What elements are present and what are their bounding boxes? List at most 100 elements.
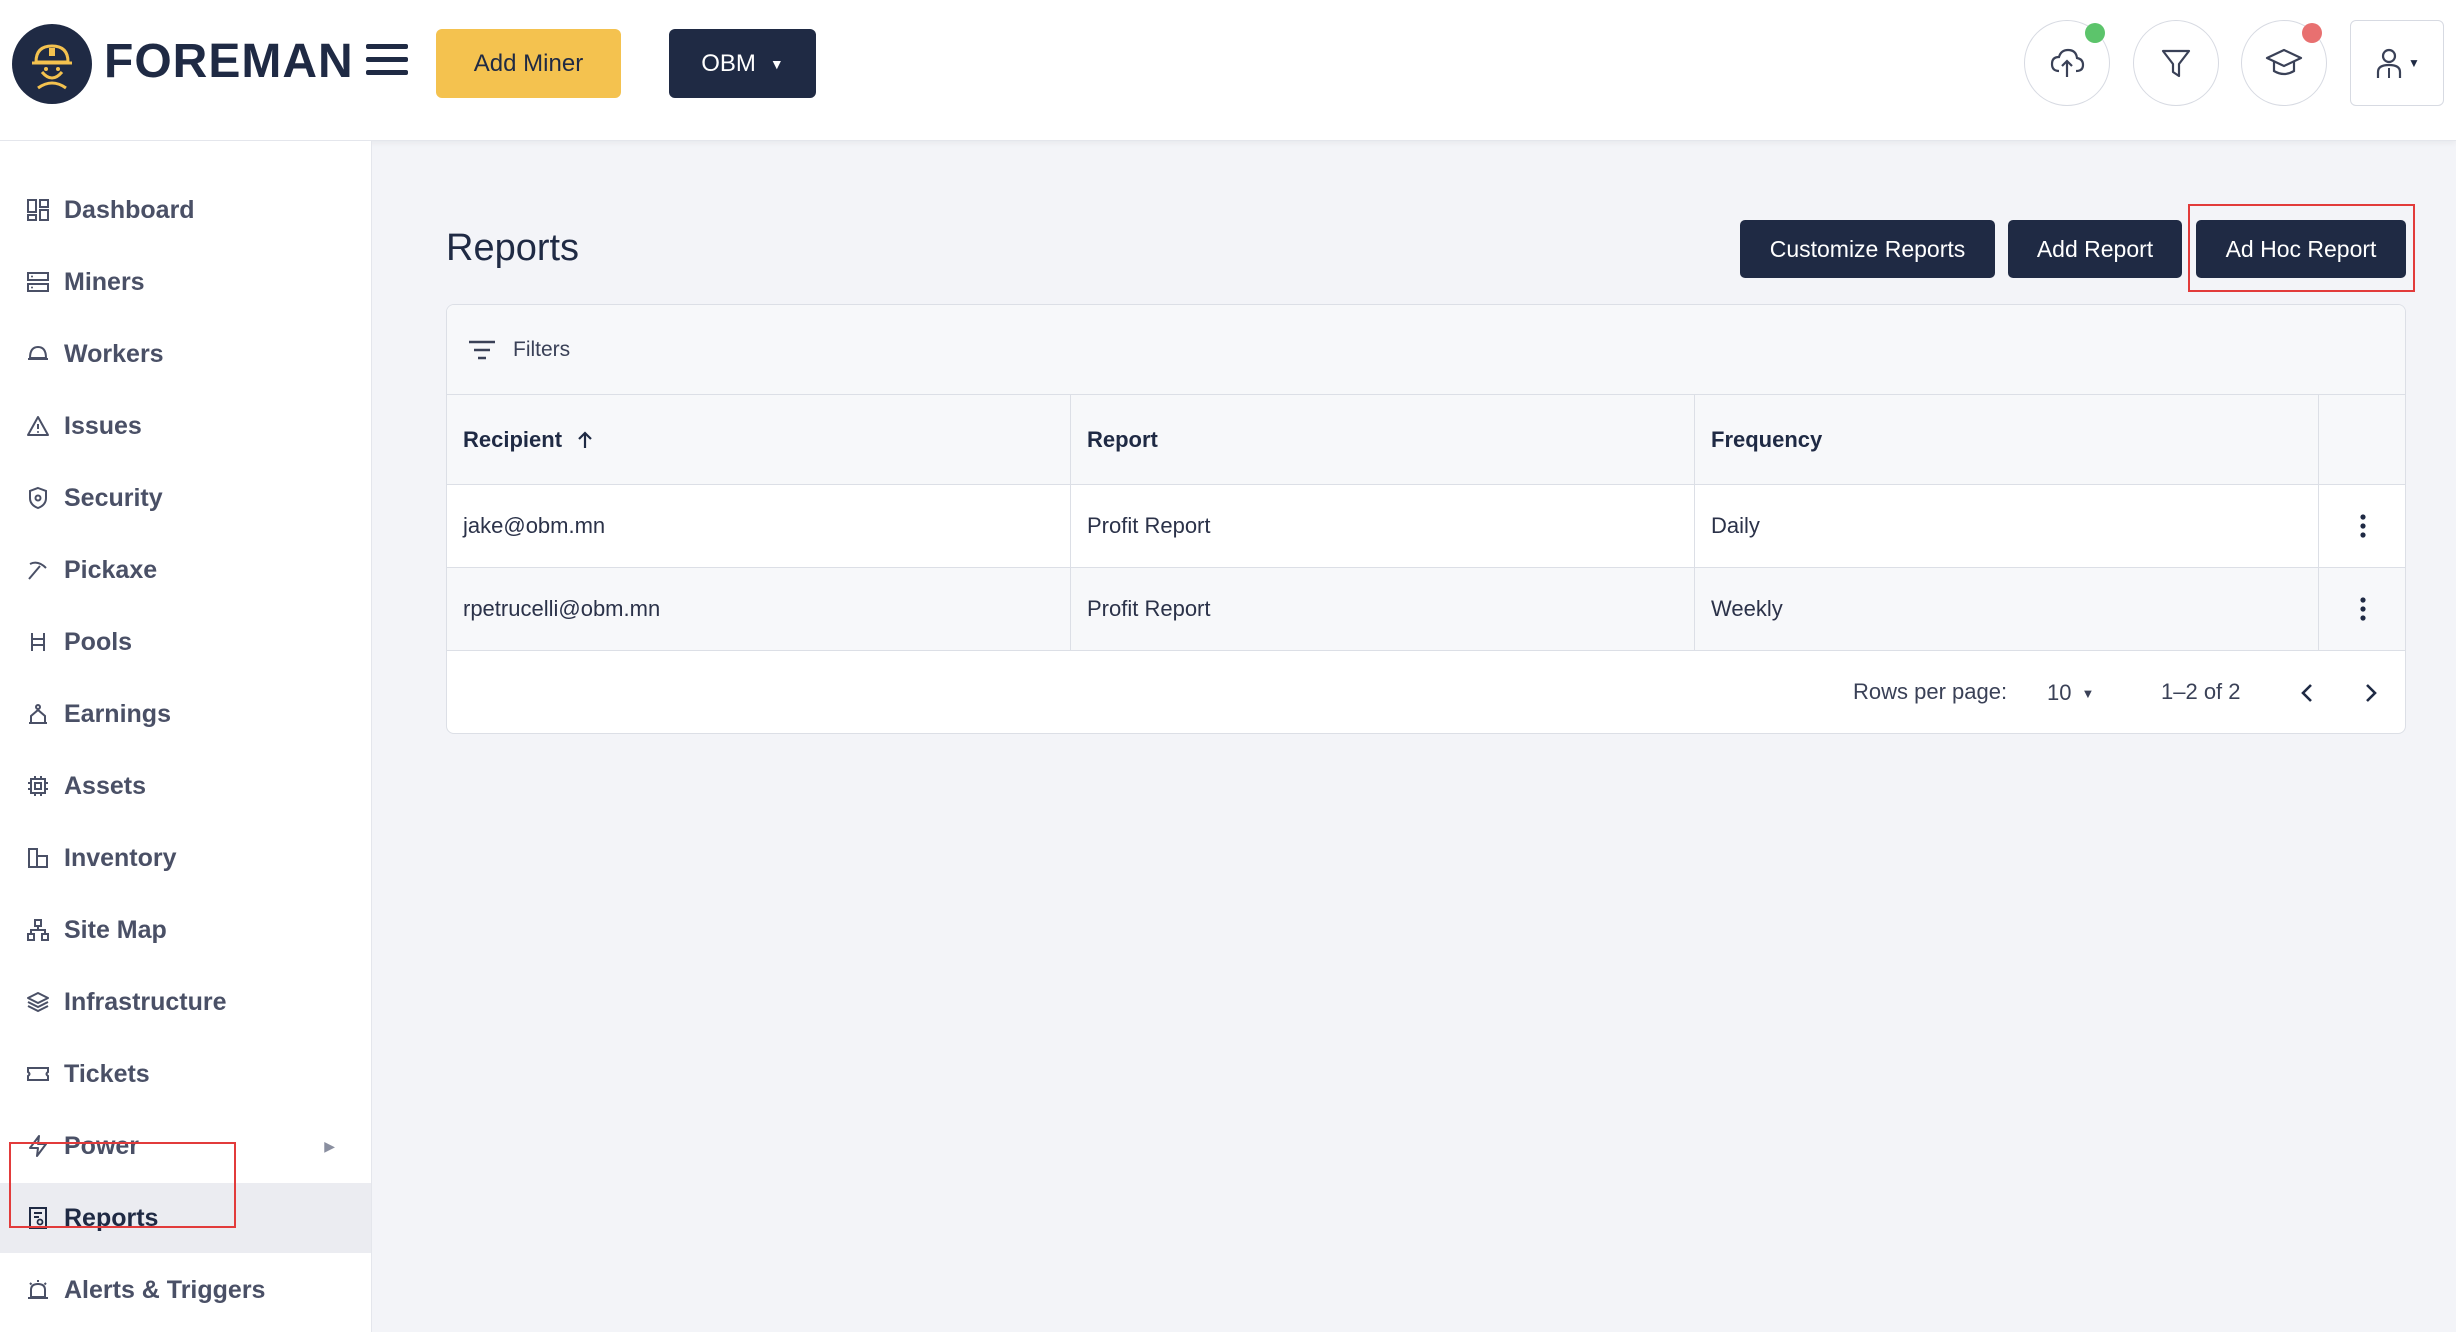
sidebar-item-label: Pickaxe xyxy=(64,555,158,584)
sidebar-item-label: Dashboard xyxy=(64,195,195,224)
ad-hoc-report-button[interactable]: Ad Hoc Report xyxy=(2196,220,2406,278)
sidebar-item-label: Power xyxy=(64,1131,140,1160)
notification-dot-red xyxy=(2302,23,2322,43)
column-header-label: Report xyxy=(1087,426,1158,452)
column-header-actions xyxy=(2319,395,2405,484)
status-dot-green xyxy=(2085,23,2105,43)
sidebar-item-label: Miners xyxy=(64,267,145,296)
sidebar-item-power[interactable]: Power ▶ xyxy=(0,1111,371,1181)
pools-icon xyxy=(24,628,52,656)
user-icon xyxy=(2376,48,2402,78)
reports-table-card: Filters Recipient Report Frequency jake@… xyxy=(446,304,2406,734)
sidebar-item-pickaxe[interactable]: Pickaxe xyxy=(0,535,371,605)
column-header-label: Recipient xyxy=(463,426,563,452)
sidebar-item-dashboard[interactable]: Dashboard xyxy=(0,175,371,245)
column-header-label: Frequency xyxy=(1711,426,1823,452)
earnings-icon xyxy=(24,700,52,728)
column-header-frequency[interactable]: Frequency xyxy=(1695,395,2319,484)
table-row[interactable]: jake@obm.mn Profit Report Daily xyxy=(447,485,2405,568)
sidebar-item-reports[interactable]: Reports xyxy=(0,1183,371,1253)
brand-name: FOREMAN xyxy=(104,35,354,88)
next-page-button[interactable] xyxy=(2351,671,2391,715)
chevron-left-icon xyxy=(2301,684,2312,702)
prev-page-button[interactable] xyxy=(2287,671,2327,715)
sidebar-item-assets[interactable]: Assets xyxy=(0,751,371,821)
table-header: Recipient Report Frequency xyxy=(447,395,2405,485)
filters-toggle[interactable]: Filters xyxy=(447,305,2405,395)
sidebar-item-site-map[interactable]: Site Map xyxy=(0,895,371,965)
cell-recipient: rpetrucelli@obm.mn xyxy=(447,568,1071,650)
column-header-recipient[interactable]: Recipient xyxy=(447,395,1071,484)
layers-icon xyxy=(24,988,52,1016)
sidebar-item-label: Inventory xyxy=(64,843,177,872)
sidebar-item-label: Earnings xyxy=(64,699,171,728)
pagination-range: 1–2 of 2 xyxy=(2161,679,2241,704)
rows-per-page-label: Rows per page: xyxy=(1853,679,2008,704)
pagination: Rows per page: 10 ▼ 1–2 of 2 xyxy=(447,651,2405,733)
caret-down-icon: ▼ xyxy=(2408,56,2420,70)
foreman-logo-icon[interactable] xyxy=(12,24,92,104)
sidebar-item-label: Tickets xyxy=(64,1059,150,1088)
warning-icon xyxy=(24,412,52,440)
sidebar-item-miners[interactable]: Miners xyxy=(0,247,371,317)
cell-report: Profit Report xyxy=(1071,485,1695,567)
sidebar-item-workers[interactable]: Workers xyxy=(0,319,371,389)
caret-down-icon: ▼ xyxy=(769,55,784,72)
ticket-icon xyxy=(24,1060,52,1088)
sidebar-item-tickets[interactable]: Tickets xyxy=(0,1039,371,1109)
server-icon xyxy=(24,268,52,296)
sidebar-item-security[interactable]: Security xyxy=(0,463,371,533)
rows-per-page-select[interactable]: 10 ▼ xyxy=(2047,677,2113,709)
filter-button[interactable] xyxy=(2133,20,2219,106)
sidebar-item-infrastructure[interactable]: Infrastructure xyxy=(0,967,371,1037)
org-selector-button[interactable]: OBM ▼ xyxy=(669,29,816,98)
bolt-icon xyxy=(24,1132,52,1160)
sidebar-item-label: Issues xyxy=(64,411,142,440)
helmet-icon xyxy=(24,340,52,368)
cloud-upload-icon xyxy=(2050,48,2085,77)
upload-button[interactable] xyxy=(2024,20,2110,106)
sidebar: Dashboard Miners Workers Issues Security… xyxy=(0,141,372,1332)
row-more-menu[interactable] xyxy=(2319,568,2405,650)
sidebar-item-label: Infrastructure xyxy=(64,987,227,1016)
customize-reports-button[interactable]: Customize Reports xyxy=(1740,220,1995,278)
sidebar-item-earnings[interactable]: Earnings xyxy=(0,679,371,749)
add-report-button[interactable]: Add Report xyxy=(2008,220,2182,278)
hamburger-menu-icon[interactable] xyxy=(366,44,408,78)
row-more-menu[interactable] xyxy=(2319,485,2405,567)
sitemap-icon xyxy=(24,916,52,944)
report-icon xyxy=(24,1204,52,1232)
expand-arrow-icon: ▶ xyxy=(324,1137,335,1154)
sidebar-item-issues[interactable]: Issues xyxy=(0,391,371,461)
graduation-cap-icon xyxy=(2265,48,2303,76)
more-vertical-icon xyxy=(2360,597,2366,621)
cell-recipient: jake@obm.mn xyxy=(447,485,1071,567)
chevron-right-icon xyxy=(2366,684,2377,702)
training-button[interactable] xyxy=(2241,20,2327,106)
pickaxe-icon xyxy=(24,556,52,584)
add-miner-button[interactable]: Add Miner xyxy=(436,29,621,98)
sidebar-item-label: Pools xyxy=(64,627,133,656)
sidebar-item-inventory[interactable]: Inventory xyxy=(0,823,371,893)
org-selector-label: OBM xyxy=(701,49,756,77)
rows-per-page-value: 10 xyxy=(2047,680,2072,705)
inventory-icon xyxy=(24,844,52,872)
sidebar-item-label: Site Map xyxy=(64,915,167,944)
column-header-report[interactable]: Report xyxy=(1071,395,1695,484)
sort-ascending-icon xyxy=(578,430,592,448)
more-vertical-icon xyxy=(2360,514,2366,538)
sidebar-item-label: Security xyxy=(64,483,163,512)
top-bar: FOREMAN Add Miner OBM ▼ ▼ xyxy=(0,0,2456,141)
sidebar-item-label: Assets xyxy=(64,771,146,800)
filter-lines-icon xyxy=(469,340,495,359)
table-row[interactable]: rpetrucelli@obm.mn Profit Report Weekly xyxy=(447,568,2405,651)
shield-icon xyxy=(24,484,52,512)
dashboard-icon xyxy=(24,196,52,224)
sidebar-item-label: Reports xyxy=(64,1203,159,1232)
alarm-icon xyxy=(24,1276,52,1304)
page-title: Reports xyxy=(446,227,580,269)
user-menu-button[interactable]: ▼ xyxy=(2350,20,2444,106)
filter-icon xyxy=(2161,49,2191,78)
sidebar-item-pools[interactable]: Pools xyxy=(0,607,371,677)
sidebar-item-alerts-triggers[interactable]: Alerts & Triggers xyxy=(0,1255,371,1325)
